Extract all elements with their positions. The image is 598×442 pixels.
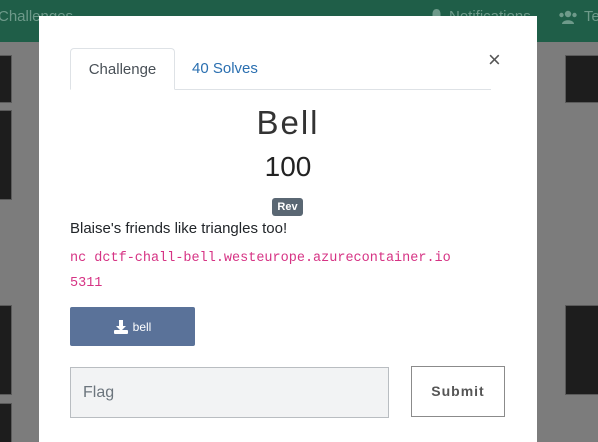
connection-port: 5311: [70, 276, 103, 291]
download-icon: [113, 319, 128, 334]
connection-host: nc dctf-chall-bell.westeurope.azureconta…: [70, 251, 451, 266]
challenge-card[interactable]: [0, 305, 12, 395]
category-badge: Rev: [272, 198, 303, 216]
users-icon: [559, 10, 577, 24]
challenge-card[interactable]: [0, 403, 12, 442]
modal-tabs: Challenge 40 Solves: [70, 48, 491, 90]
challenge-title: Bell: [256, 104, 320, 141]
connection-command: nc dctf-chall-bell.westeurope.azureconta…: [70, 246, 480, 296]
challenge-card[interactable]: [565, 55, 598, 103]
submit-button[interactable]: Submit: [411, 366, 505, 417]
challenge-description: Blaise's friends like triangles too!: [70, 220, 288, 237]
challenge-card[interactable]: [0, 55, 12, 103]
challenge-points: 100: [264, 151, 312, 182]
nav-team-link[interactable]: Team: [558, 8, 598, 25]
tab-solves[interactable]: 40 Solves: [176, 48, 274, 89]
flag-input[interactable]: [70, 367, 389, 418]
tab-challenge[interactable]: Challenge: [70, 48, 175, 90]
download-file-button[interactable]: bell: [70, 307, 195, 346]
challenge-card[interactable]: [565, 305, 598, 395]
download-file-label: bell: [132, 319, 152, 334]
challenge-card[interactable]: [0, 110, 12, 200]
nav-team-label: Team: [584, 8, 598, 25]
